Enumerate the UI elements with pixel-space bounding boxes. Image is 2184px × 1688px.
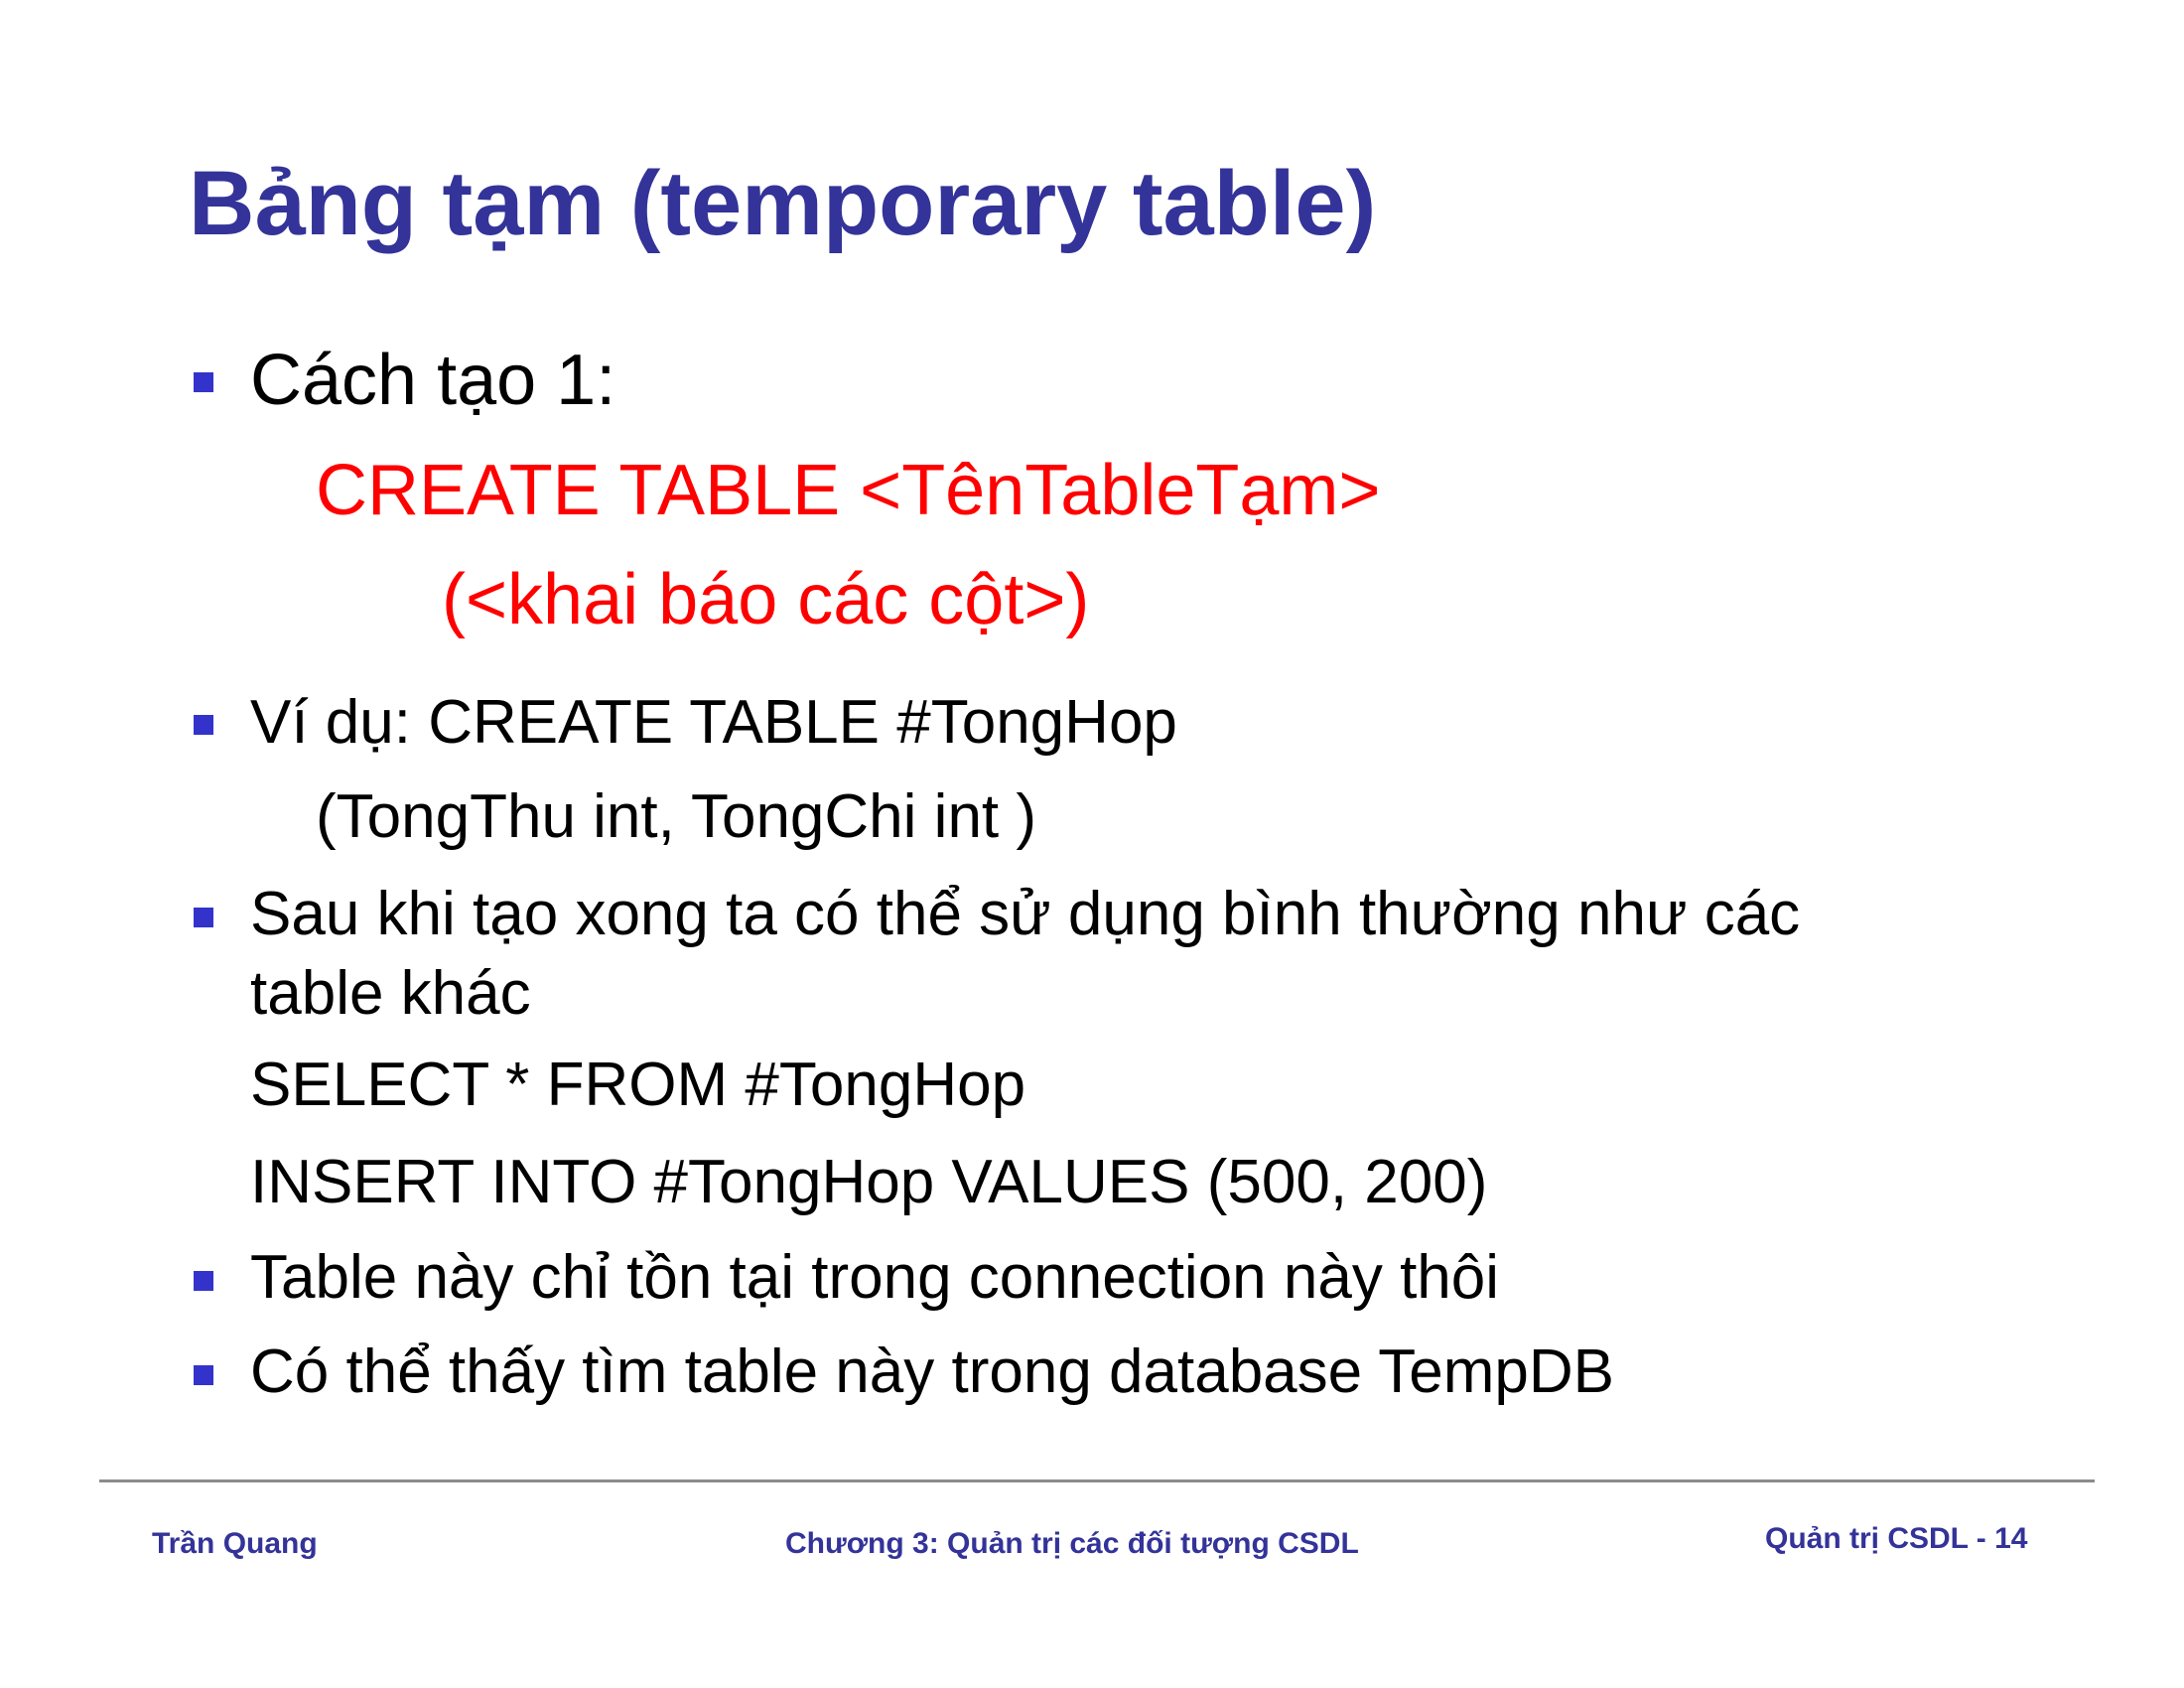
insert-example: INSERT INTO #TongHop VALUES (500, 200) xyxy=(250,1148,1488,1216)
bullet-4-text: Table này chỉ tồn tại trong connection n… xyxy=(250,1243,1500,1312)
footer-page-number: Quản trị CSDL - 14 xyxy=(1765,1522,2028,1555)
slide-title: Bảng tạm (temporary table) xyxy=(189,153,1377,254)
bullet-3-text: Sau khi tạo xong ta có thể sử dụng bình … xyxy=(250,880,1801,948)
footer-chapter: Chương 3: Quản trị các đối tượng CSDL xyxy=(785,1527,1359,1560)
bullet-marker-3 xyxy=(194,908,213,927)
bullet-5-text: Có thể thấy tìm table này trong database… xyxy=(250,1337,1614,1406)
create-table-syntax-line-1: CREATE TABLE <TênTableTạm> xyxy=(316,451,1381,530)
slide: Bảng tạm (temporary table) Cách tạo 1: C… xyxy=(0,0,2184,1688)
bullet-marker-1 xyxy=(194,372,213,392)
bullet-marker-5 xyxy=(194,1365,213,1385)
bullet-2-text: Ví dụ: CREATE TABLE #TongHop xyxy=(250,688,1177,757)
create-table-syntax-line-2: (<khai báo các cột>) xyxy=(442,560,1090,639)
bullet-marker-4 xyxy=(194,1271,213,1291)
bullet-2-continuation: (TongThu int, TongChi int ) xyxy=(316,782,1037,851)
bullet-3-wrap: table khác xyxy=(250,959,531,1028)
footer-divider xyxy=(99,1479,2095,1482)
footer-author: Trần Quang xyxy=(152,1527,318,1560)
select-example: SELECT * FROM #TongHop xyxy=(250,1051,1026,1119)
bullet-1-text: Cách tạo 1: xyxy=(250,341,616,420)
bullet-marker-2 xyxy=(194,715,213,735)
